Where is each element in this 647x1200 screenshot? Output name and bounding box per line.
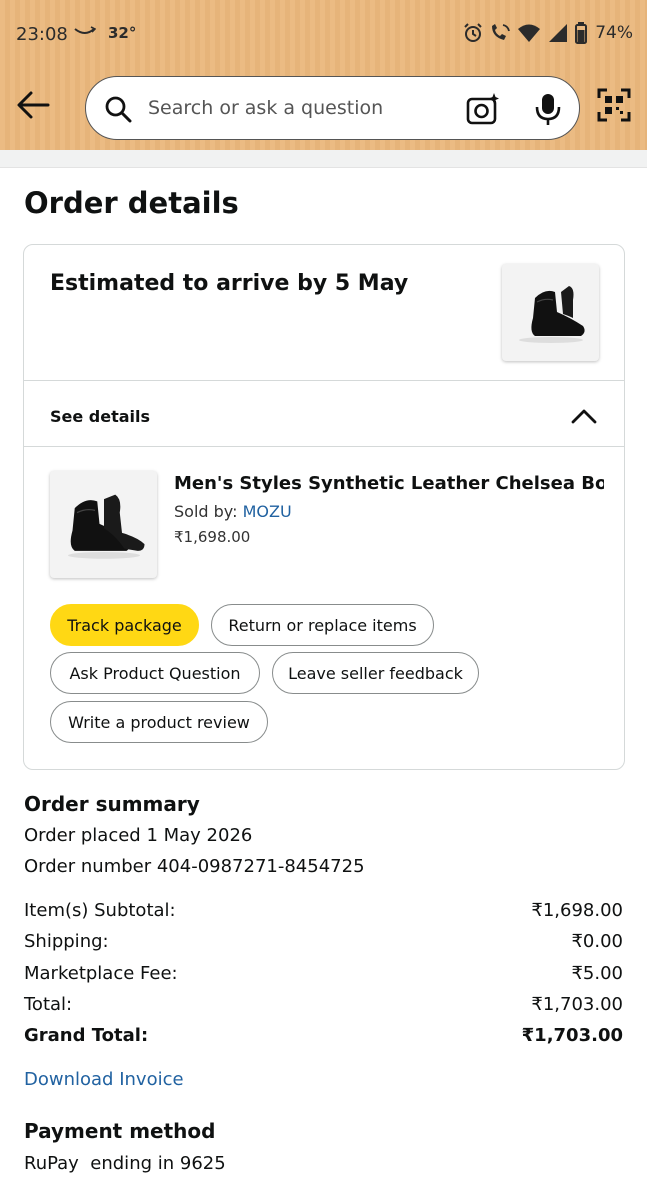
download-invoice-link[interactable]: Download Invoice	[24, 1069, 184, 1090]
payment-method-heading: Payment method	[24, 1119, 216, 1143]
boot-icon	[518, 285, 585, 343]
product-price: ₹1,698.00	[174, 528, 251, 546]
battery-percent: 74%	[595, 23, 633, 43]
camera-lens-icon[interactable]	[466, 92, 500, 126]
return-replace-button[interactable]: Return or replace items	[211, 604, 434, 646]
summary-row-grand-total: Grand Total: ₹1,703.00	[24, 1025, 623, 1046]
row-label: Shipping:	[24, 931, 109, 952]
call-icon	[492, 24, 511, 40]
ask-question-button[interactable]: Ask Product Question	[50, 652, 260, 694]
row-value: ₹1,703.00	[521, 1025, 623, 1046]
sold-by: Sold by: MOZU	[174, 502, 292, 521]
row-label: Grand Total:	[24, 1025, 149, 1046]
summary-row-subtotal: Item(s) Subtotal: ₹1,698.00	[24, 900, 623, 921]
status-temperature: 32°	[108, 24, 137, 42]
page-title: Order details	[24, 186, 239, 220]
app-header: 23:08 32° 74% Search or ask a question	[0, 0, 647, 150]
row-value: ₹0.00	[571, 931, 623, 952]
summary-row-fee: Marketplace Fee: ₹5.00	[24, 963, 623, 984]
row-value: ₹5.00	[571, 963, 623, 984]
status-time: 23:08	[16, 24, 68, 45]
product-thumbnail[interactable]	[50, 471, 157, 578]
order-number: Order number 404-0987271-8454725	[24, 856, 365, 877]
summary-row-total: Total: ₹1,703.00	[24, 994, 623, 1015]
sold-by-label: Sold by:	[174, 502, 243, 521]
payment-method-detail: RuPay ending in 9625	[24, 1153, 226, 1174]
wifi-icon	[518, 24, 541, 42]
card-divider	[24, 446, 624, 447]
header-separator	[0, 150, 647, 168]
qr-scan-icon[interactable]	[597, 88, 631, 122]
product-thumbnail-small[interactable]	[502, 264, 599, 361]
search-icon	[105, 96, 132, 123]
alarm-icon	[464, 23, 482, 42]
row-value: ₹1,698.00	[531, 900, 623, 921]
chevron-up-icon[interactable]	[570, 407, 598, 425]
see-details-toggle[interactable]: See details	[50, 407, 150, 426]
row-label: Total:	[24, 994, 73, 1015]
search-input[interactable]: Search or ask a question	[148, 97, 383, 119]
amazon-smile-icon	[74, 26, 96, 34]
order-summary-heading: Order summary	[24, 792, 200, 816]
seller-feedback-button[interactable]: Leave seller feedback	[272, 652, 479, 694]
boot-icon	[67, 494, 144, 559]
card-divider	[24, 380, 624, 381]
track-package-button[interactable]: Track package	[50, 604, 199, 646]
signal-icon	[549, 24, 568, 42]
search-bar[interactable]: Search or ask a question	[85, 76, 580, 140]
seller-link[interactable]: MOZU	[243, 502, 292, 521]
arrival-estimate: Estimated to arrive by 5 May	[50, 271, 409, 296]
battery-icon	[575, 22, 588, 44]
row-label: Item(s) Subtotal:	[24, 900, 176, 921]
shipment-card: Estimated to arrive by 5 May See details…	[23, 244, 625, 770]
status-bar: 23:08 32° 74%	[0, 0, 647, 70]
row-label: Marketplace Fee:	[24, 963, 178, 984]
back-arrow-icon[interactable]	[16, 90, 50, 120]
order-placed-date: Order placed 1 May 2026	[24, 825, 253, 846]
row-value: ₹1,703.00	[531, 994, 623, 1015]
write-review-button[interactable]: Write a product review	[50, 701, 268, 743]
summary-row-shipping: Shipping: ₹0.00	[24, 931, 623, 952]
product-title[interactable]: Men's Styles Synthetic Leather Chelsea B…	[174, 473, 604, 494]
microphone-icon[interactable]	[534, 92, 562, 126]
